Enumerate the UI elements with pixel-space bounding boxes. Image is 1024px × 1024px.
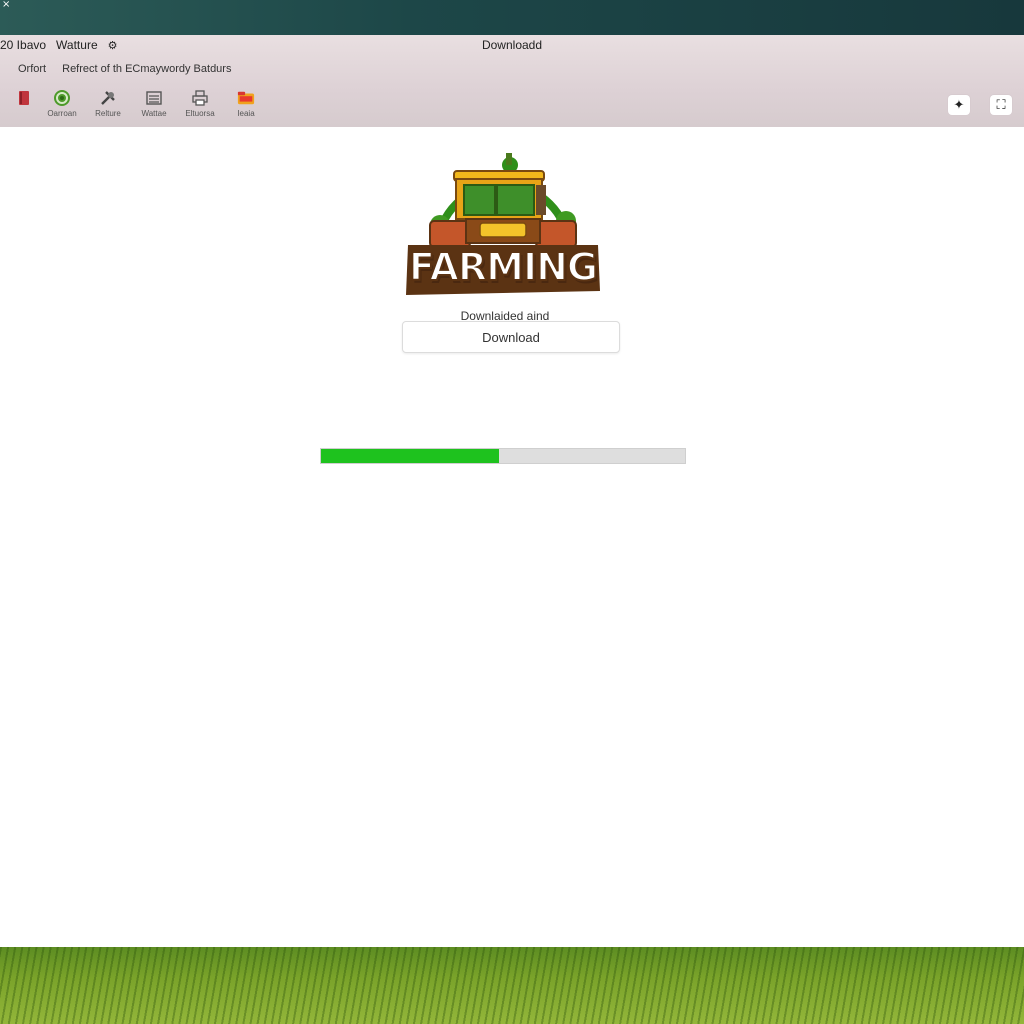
pin-button[interactable]: ✦ <box>948 95 970 115</box>
progress-fill <box>321 449 500 463</box>
list-icon <box>145 89 163 107</box>
toolbar-tools-button[interactable]: Relture <box>90 89 126 118</box>
fullscreen-icon: ⛶ <box>996 97 1006 113</box>
grass-background <box>0 947 1024 1024</box>
menu-item-orfort[interactable]: Orfort <box>18 63 46 75</box>
folder-icon <box>237 89 255 107</box>
main-content: FARMING Downlaided aind Download <box>0 127 1024 947</box>
farming-logo: FARMING <box>400 149 606 299</box>
desktop-background: × <box>0 0 1024 36</box>
app-window: 20 Ibavo Watture ⚙ Downloadd Orfort Refr… <box>0 35 1024 947</box>
close-icon[interactable]: × <box>2 0 10 10</box>
green-gear-icon <box>53 89 71 107</box>
menu-bar: Orfort Refrect of th ECmaywordy Batdurs <box>18 63 231 75</box>
toolbar-folder-button[interactable]: Ieaia <box>228 89 264 118</box>
download-button[interactable]: Download <box>402 321 620 353</box>
title-bar: 20 Ibavo Watture ⚙ Downloadd Orfort Refr… <box>0 35 1024 128</box>
printer-icon <box>191 89 209 107</box>
red-book-icon <box>15 89 33 107</box>
toolbar-gear-button[interactable]: Oarroan <box>44 89 80 118</box>
toolbar: Oarroan Relture Wattae Eltuorsa Ieaia <box>14 89 264 118</box>
menu-item-refrect[interactable]: Refrect of th ECmaywordy Batdurs <box>62 63 231 75</box>
pin-icon: ✦ <box>953 97 965 113</box>
logo-text: FARMING <box>408 244 599 290</box>
toolbar-list-button[interactable]: Wattae <box>136 89 172 118</box>
toolbar-book-button[interactable] <box>14 89 34 109</box>
tools-icon <box>99 89 117 107</box>
window-title: Downloadd <box>481 38 543 52</box>
fullscreen-button[interactable]: ⛶ <box>990 95 1012 115</box>
download-progress-bar <box>320 448 686 464</box>
toolbar-printer-button[interactable]: Eltuorsa <box>182 89 218 118</box>
